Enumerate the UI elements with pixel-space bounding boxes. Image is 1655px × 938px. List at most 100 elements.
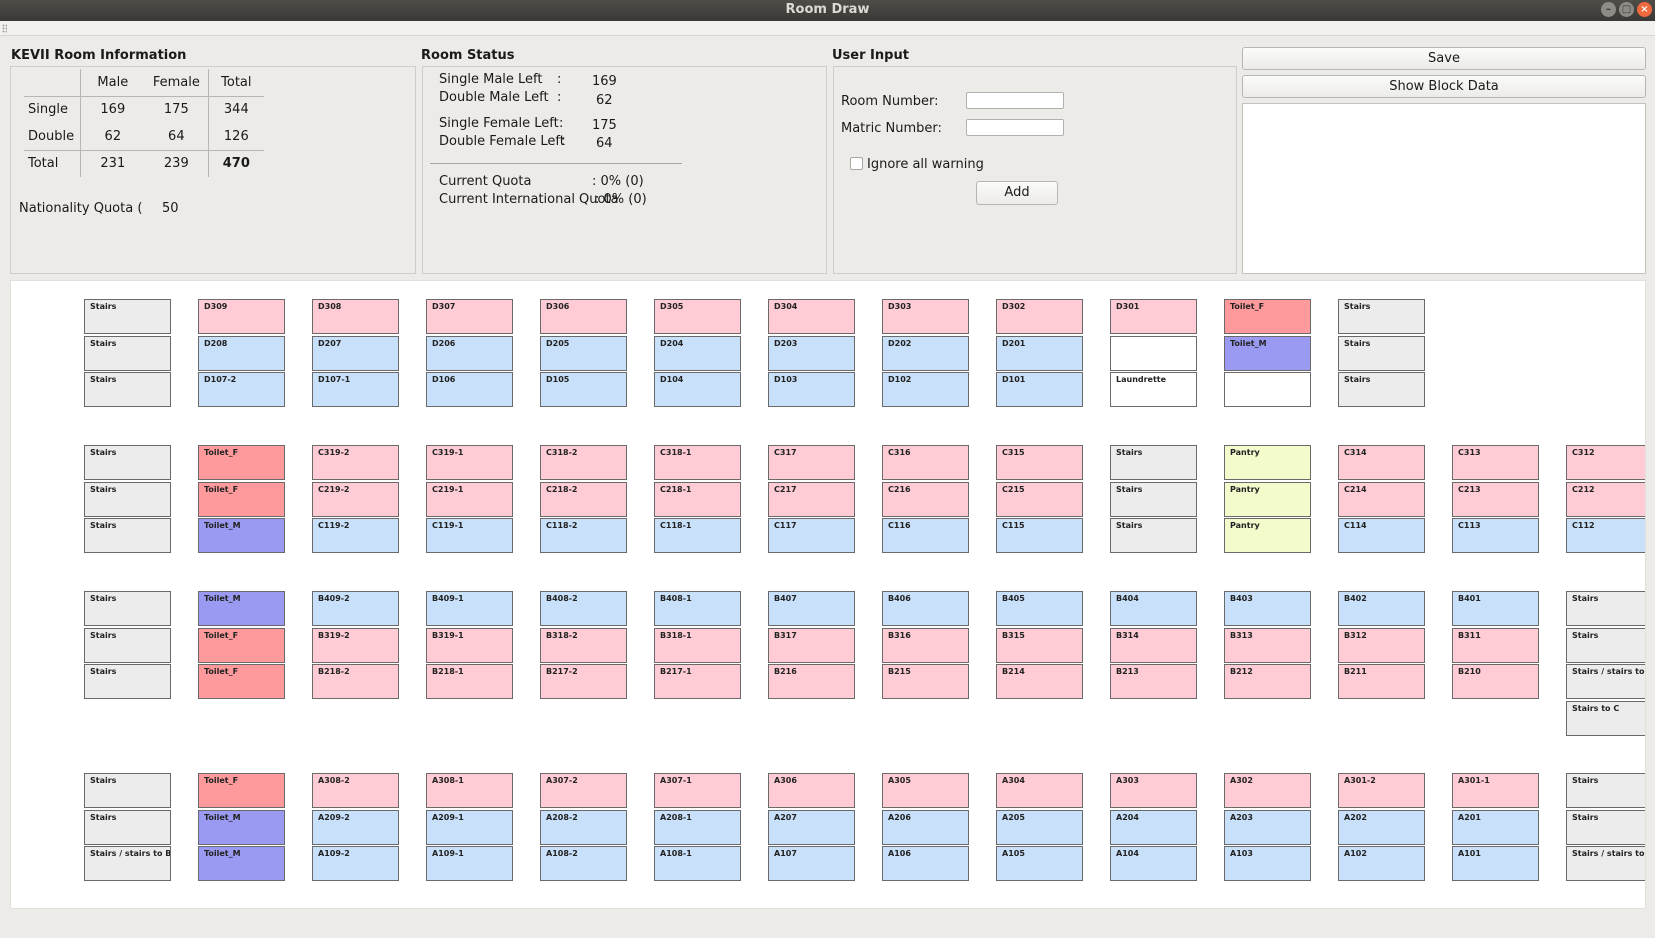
room-number-input[interactable] bbox=[966, 92, 1064, 109]
room-cell-c315[interactable]: C315 bbox=[996, 445, 1083, 480]
room-cell-stairs[interactable]: Stairs bbox=[1110, 445, 1197, 480]
room-cell-c318-1[interactable]: C318-1 bbox=[654, 445, 741, 480]
room-cell-b215[interactable]: B215 bbox=[882, 664, 969, 699]
room-cell-stairs[interactable]: Stairs bbox=[84, 810, 171, 845]
room-cell-stairs[interactable]: Stairs bbox=[1110, 518, 1197, 553]
room-cell-b319-1[interactable]: B319-1 bbox=[426, 628, 513, 663]
room-cell-c216[interactable]: C216 bbox=[882, 482, 969, 517]
room-cell-a201[interactable]: A201 bbox=[1452, 810, 1539, 845]
room-cell-d101[interactable]: D101 bbox=[996, 372, 1083, 407]
room-cell-b312[interactable]: B312 bbox=[1338, 628, 1425, 663]
room-cell-b217-2[interactable]: B217-2 bbox=[540, 664, 627, 699]
room-cell-c219-1[interactable]: C219-1 bbox=[426, 482, 513, 517]
ignore-warning-label[interactable]: Ignore all warning bbox=[867, 157, 984, 172]
room-cell-b405[interactable]: B405 bbox=[996, 591, 1083, 626]
room-cell-pantry[interactable]: Pantry bbox=[1224, 445, 1311, 480]
room-cell-stairs[interactable]: Stairs bbox=[84, 336, 171, 371]
room-cell-c214[interactable]: C214 bbox=[1338, 482, 1425, 517]
room-cell-b406[interactable]: B406 bbox=[882, 591, 969, 626]
room-cell-b316[interactable]: B316 bbox=[882, 628, 969, 663]
room-cell-stairs[interactable]: Stairs bbox=[84, 518, 171, 553]
room-cell-d107-1[interactable]: D107-1 bbox=[312, 372, 399, 407]
room-cell-a204[interactable]: A204 bbox=[1110, 810, 1197, 845]
room-cell-stairs[interactable]: Stairs bbox=[1338, 299, 1425, 334]
toolbar-grip-icon[interactable] bbox=[2, 24, 7, 33]
room-cell-d307[interactable]: D307 bbox=[426, 299, 513, 334]
room-cell-b408-1[interactable]: B408-1 bbox=[654, 591, 741, 626]
room-cell-c212[interactable]: C212 bbox=[1566, 482, 1645, 517]
room-cell-b409-1[interactable]: B409-1 bbox=[426, 591, 513, 626]
room-cell-a109-2[interactable]: A109-2 bbox=[312, 846, 399, 881]
matric-number-input[interactable] bbox=[966, 119, 1064, 136]
add-button[interactable]: Add bbox=[976, 181, 1058, 205]
room-cell-a108-2[interactable]: A108-2 bbox=[540, 846, 627, 881]
room-cell-a301-1[interactable]: A301-1 bbox=[1452, 773, 1539, 808]
room-cell-stairs[interactable]: Stairs bbox=[1566, 810, 1645, 845]
room-cell-d207[interactable]: D207 bbox=[312, 336, 399, 371]
room-cell-d306[interactable]: D306 bbox=[540, 299, 627, 334]
room-cell-b401[interactable]: B401 bbox=[1452, 591, 1539, 626]
room-cell-a208-2[interactable]: A208-2 bbox=[540, 810, 627, 845]
room-cell-a206[interactable]: A206 bbox=[882, 810, 969, 845]
room-cell-c113[interactable]: C113 bbox=[1452, 518, 1539, 553]
room-cell-d107-2[interactable]: D107-2 bbox=[198, 372, 285, 407]
room-cell-a102[interactable]: A102 bbox=[1338, 846, 1425, 881]
room-cell-c318-2[interactable]: C318-2 bbox=[540, 445, 627, 480]
room-cell-b317[interactable]: B317 bbox=[768, 628, 855, 663]
room-cell-stairs-stairs-to-b[interactable]: Stairs / stairs to B bbox=[84, 846, 171, 881]
room-cell-b403[interactable]: B403 bbox=[1224, 591, 1311, 626]
room-cell-a302[interactable]: A302 bbox=[1224, 773, 1311, 808]
room-cell-pantry[interactable]: Pantry bbox=[1224, 518, 1311, 553]
room-cell-c116[interactable]: C116 bbox=[882, 518, 969, 553]
room-cell-c313[interactable]: C313 bbox=[1452, 445, 1539, 480]
room-cell-d305[interactable]: D305 bbox=[654, 299, 741, 334]
room-cell-c117[interactable]: C117 bbox=[768, 518, 855, 553]
room-cell-a308-1[interactable]: A308-1 bbox=[426, 773, 513, 808]
room-cell-b210[interactable]: B210 bbox=[1452, 664, 1539, 699]
room-cell-stairs[interactable]: Stairs bbox=[84, 445, 171, 480]
room-cell-toilet-f[interactable]: Toilet_F bbox=[198, 773, 285, 808]
room-cell-a304[interactable]: A304 bbox=[996, 773, 1083, 808]
room-cell-c218-1[interactable]: C218-1 bbox=[654, 482, 741, 517]
room-cell-a205[interactable]: A205 bbox=[996, 810, 1083, 845]
room-cell-toilet-f[interactable]: Toilet_F bbox=[1224, 299, 1311, 334]
room-cell-a307-1[interactable]: A307-1 bbox=[654, 773, 741, 808]
room-cell-b212[interactable]: B212 bbox=[1224, 664, 1311, 699]
room-cell-a207[interactable]: A207 bbox=[768, 810, 855, 845]
maximize-icon[interactable]: □ bbox=[1619, 2, 1634, 17]
minimize-icon[interactable]: – bbox=[1601, 2, 1616, 17]
room-cell-b319-2[interactable]: B319-2 bbox=[312, 628, 399, 663]
room-cell-a109-1[interactable]: A109-1 bbox=[426, 846, 513, 881]
room-cell-stairs[interactable]: Stairs bbox=[1566, 773, 1645, 808]
room-cell-a103[interactable]: A103 bbox=[1224, 846, 1311, 881]
room-cell-c119-1[interactable]: C119-1 bbox=[426, 518, 513, 553]
room-cell-c219-2[interactable]: C219-2 bbox=[312, 482, 399, 517]
room-cell-stairs-stairs-to[interactable]: Stairs / stairs to bbox=[1566, 846, 1645, 881]
room-cell-c115[interactable]: C115 bbox=[996, 518, 1083, 553]
room-cell-a208-1[interactable]: A208-1 bbox=[654, 810, 741, 845]
room-cell-b315[interactable]: B315 bbox=[996, 628, 1083, 663]
close-icon[interactable]: × bbox=[1637, 2, 1652, 17]
room-cell-a209-2[interactable]: A209-2 bbox=[312, 810, 399, 845]
room-cell-stairs-stairs-to[interactable]: Stairs / stairs to bbox=[1566, 664, 1645, 699]
room-cell-laundrette[interactable]: Laundrette bbox=[1110, 372, 1197, 407]
room-cell-toilet-f[interactable]: Toilet_F bbox=[198, 445, 285, 480]
room-cell-toilet-f[interactable]: Toilet_F bbox=[198, 628, 285, 663]
room-cell-b318-1[interactable]: B318-1 bbox=[654, 628, 741, 663]
room-cell-d301[interactable]: D301 bbox=[1110, 299, 1197, 334]
room-cell-d302[interactable]: D302 bbox=[996, 299, 1083, 334]
room-cell-c118-1[interactable]: C118-1 bbox=[654, 518, 741, 553]
room-cell-a202[interactable]: A202 bbox=[1338, 810, 1425, 845]
room-cell-b214[interactable]: B214 bbox=[996, 664, 1083, 699]
room-cell-d202[interactable]: D202 bbox=[882, 336, 969, 371]
room-cell-a101[interactable]: A101 bbox=[1452, 846, 1539, 881]
room-cell-a301-2[interactable]: A301-2 bbox=[1338, 773, 1425, 808]
room-cell-b409-2[interactable]: B409-2 bbox=[312, 591, 399, 626]
room-cell-d201[interactable]: D201 bbox=[996, 336, 1083, 371]
room-cell-d304[interactable]: D304 bbox=[768, 299, 855, 334]
room-cell-stairs[interactable]: Stairs bbox=[84, 482, 171, 517]
room-cell-b313[interactable]: B313 bbox=[1224, 628, 1311, 663]
room-cell-d208[interactable]: D208 bbox=[198, 336, 285, 371]
room-cell-toilet-m[interactable]: Toilet_M bbox=[198, 591, 285, 626]
room-cell-c217[interactable]: C217 bbox=[768, 482, 855, 517]
